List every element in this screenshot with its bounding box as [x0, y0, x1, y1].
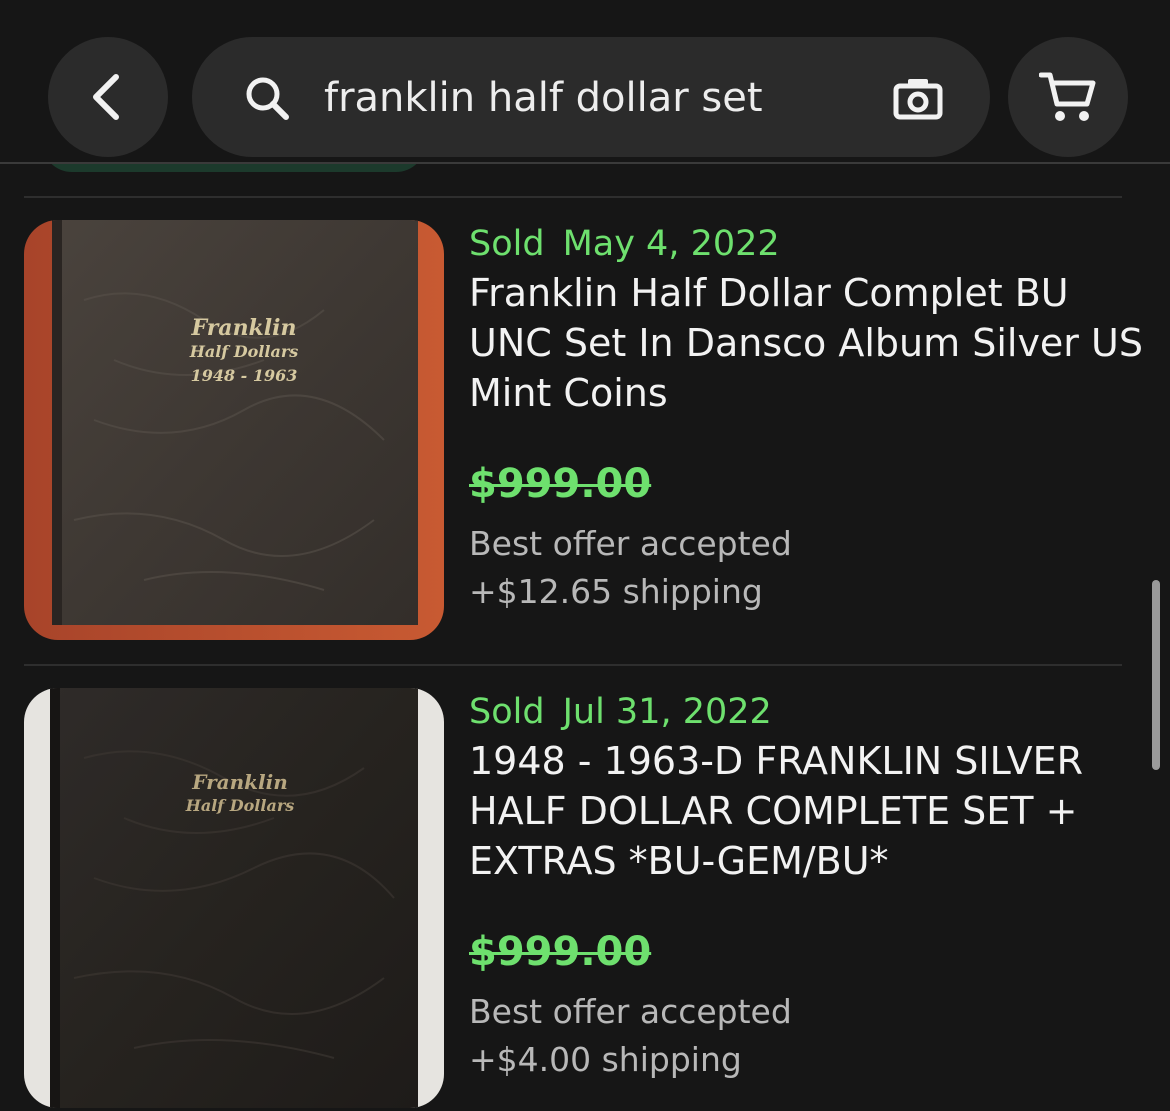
chevron-left-icon [93, 74, 119, 120]
divider [24, 196, 1122, 198]
album-cover-line: Half Dollars [189, 342, 299, 361]
sold-label: Sold [469, 224, 545, 264]
divider [24, 664, 1122, 666]
listing-image[interactable]: Franklin Half Dollars [24, 688, 444, 1108]
cart-icon [1039, 72, 1096, 121]
search-query[interactable]: franklin half dollar set [324, 70, 763, 126]
cart-button[interactable] [1008, 37, 1128, 157]
sold-date: May 4, 2022 [562, 224, 780, 264]
search-icon [246, 77, 289, 120]
sold-date: Jul 31, 2022 [562, 692, 772, 732]
album-cover-line: Franklin [192, 770, 288, 794]
listing-info: Sold May 4, 2022 Franklin Half Dollar Com… [469, 224, 1149, 616]
listing-title[interactable]: Franklin Half Dollar Complet BU UNC Set … [469, 268, 1149, 418]
album-photo [24, 220, 444, 640]
sold-status: Sold May 4, 2022 [469, 224, 1149, 264]
listing-card[interactable]: Franklin Half Dollars 1948 - 1963 Sold Ma… [0, 220, 1170, 660]
listing-title[interactable]: 1948 - 1963-D FRANKLIN SILVER HALF DOLLA… [469, 736, 1149, 886]
shipping-cost: +$4.00 shipping [469, 1040, 742, 1079]
album-photo [24, 688, 444, 1108]
listing-info: Sold Jul 31, 2022 1948 - 1963-D FRANKLIN … [469, 692, 1149, 1084]
listing-card[interactable]: Franklin Half Dollars Sold Jul 31, 2022 1… [0, 688, 1170, 1111]
search-results-page: franklin half dollar set Franklin Half D… [0, 0, 1170, 1111]
offer-status: Best offer accepted [469, 992, 792, 1031]
offer-status: Best offer accepted [469, 524, 792, 563]
shipping-cost: +$12.65 shipping [469, 572, 763, 611]
scrollbar[interactable] [1152, 580, 1160, 770]
album-cover-line: Half Dollars [185, 796, 295, 815]
album-cover-line: 1948 - 1963 [190, 366, 298, 385]
listing-price: $999.00 [469, 461, 652, 507]
sold-label: Sold [469, 692, 545, 732]
sold-status: Sold Jul 31, 2022 [469, 692, 1149, 732]
album-cover-text: Franklin Half Dollars 1948 - 1963 [144, 316, 344, 388]
search-header: franklin half dollar set [0, 0, 1170, 164]
listing-image[interactable]: Franklin Half Dollars 1948 - 1963 [24, 220, 444, 640]
camera-icon[interactable] [893, 76, 943, 120]
listing-price: $999.00 [469, 929, 652, 975]
album-cover-text: Franklin Half Dollars [140, 770, 340, 818]
album-cover-line: Franklin [191, 315, 297, 341]
back-button[interactable] [48, 37, 168, 157]
